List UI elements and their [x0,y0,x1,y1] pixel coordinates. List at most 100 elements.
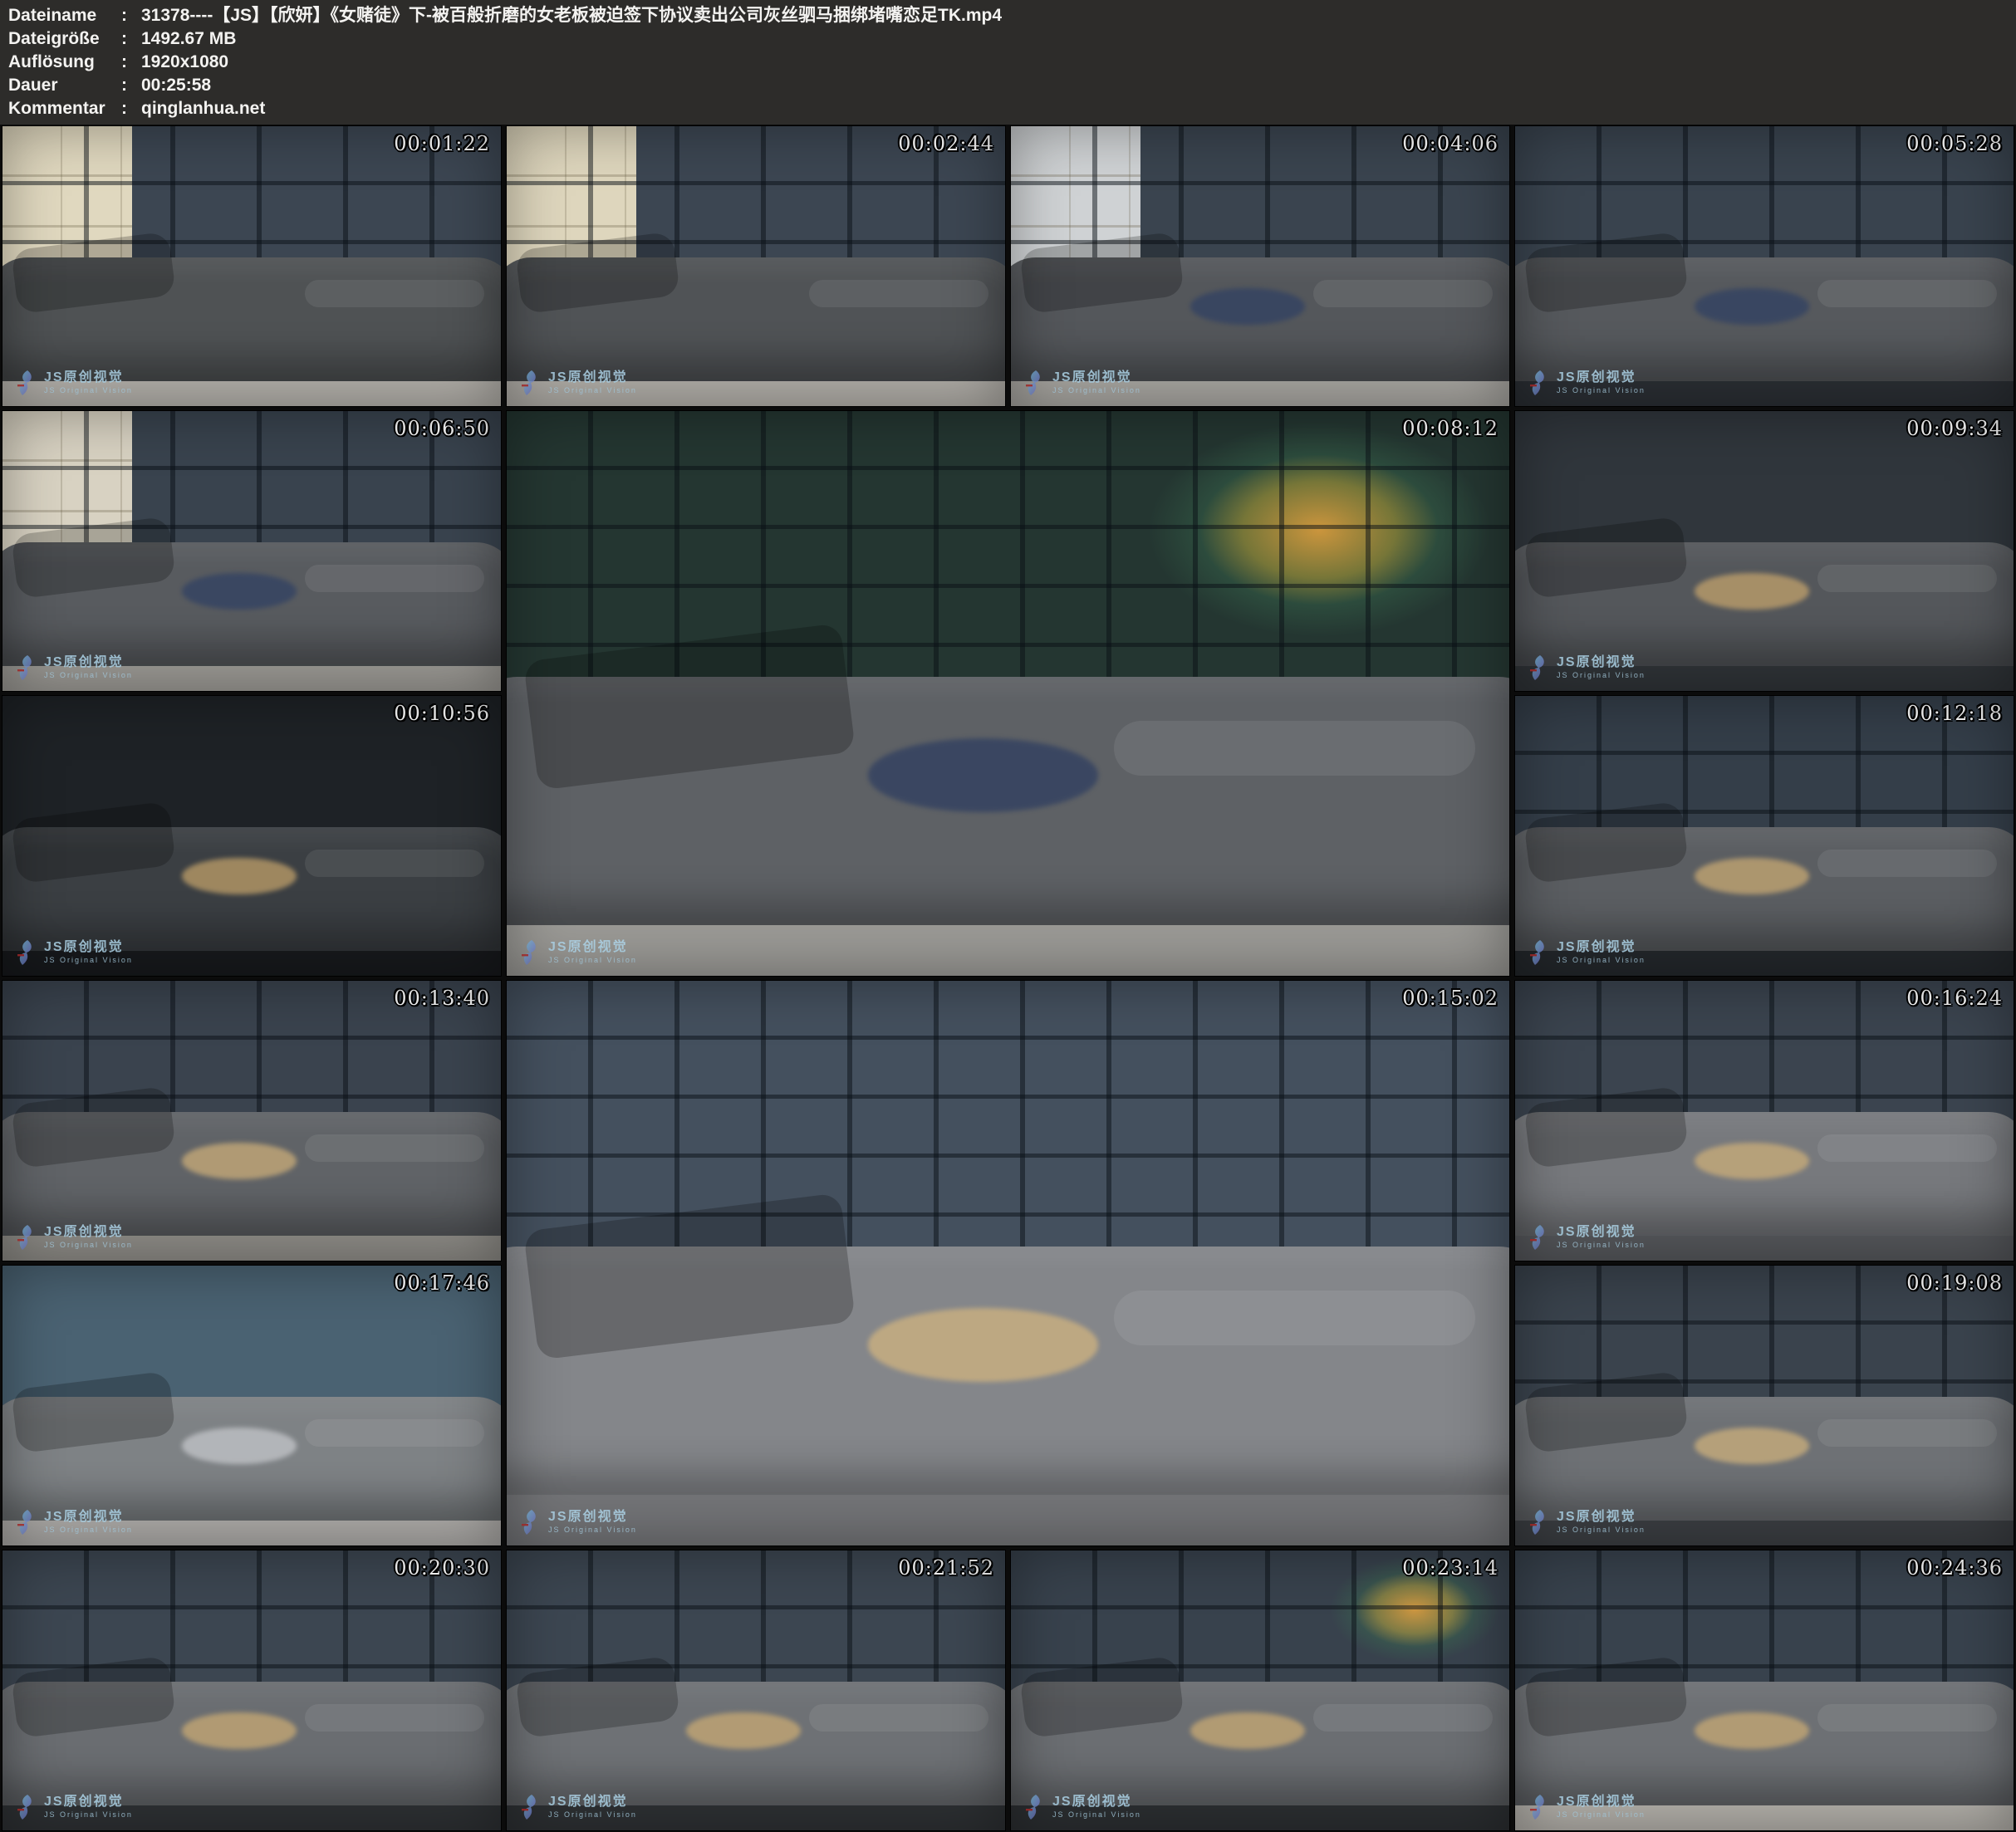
watermark-text: JS原创视觉JS Original Vision [548,371,637,394]
watermark-line1: JS原创视觉 [44,1511,133,1525]
watermark-line1: JS原创视觉 [1557,1226,1646,1240]
meta-separator: : [121,74,141,97]
watermark: JS原创视觉JS Original Vision [520,370,637,396]
watermark-line2: JS Original Vision [1052,1811,1141,1819]
meta-value-filesize: 1492.67 MB [141,27,2016,51]
frame-timestamp: 00:09:34 [1906,417,2003,440]
scene-cabinet [2,411,132,562]
video-frame-thumbnail: 00:05:28JS原创视觉JS Original Vision [1515,126,2014,406]
scene-accent [1695,1428,1809,1464]
scene-accent [1695,1712,1809,1749]
watermark-line2: JS Original Vision [1557,1242,1646,1249]
scene-accent [868,738,1099,811]
watermark-line1: JS原创视觉 [44,1226,133,1240]
meta-row-filename: Dateiname : 31378----【JS】【欣妍】《女赌徒》下-被百般折… [8,4,2016,27]
watermark-line2: JS Original Vision [548,1811,637,1819]
scene-accent [686,1712,801,1749]
watermark-text: JS原创视觉JS Original Vision [1557,1795,1646,1819]
watermark-line1: JS原创视觉 [1557,1511,1646,1525]
file-info-header: Dateiname : 31378----【JS】【欣妍】《女赌徒》下-被百般折… [0,0,2016,125]
watermark-text: JS原创视觉JS Original Vision [1557,371,1646,394]
scene-couch [1515,1397,2014,1520]
js-swirl-logo-icon [16,370,37,396]
scene-couch [1011,257,1509,380]
frame-timestamp: 00:08:12 [1402,417,1499,440]
watermark-line2: JS Original Vision [44,387,133,394]
scene-art-blur [1149,423,1489,637]
watermark-text: JS原创视觉JS Original Vision [44,941,133,964]
meta-separator: : [121,51,141,74]
video-frame-thumbnail: 00:17:46JS原创视觉JS Original Vision [2,1266,501,1545]
js-swirl-logo-icon [16,1794,37,1820]
watermark-line1: JS原创视觉 [548,371,637,385]
frame-timestamp: 00:19:08 [1906,1271,2003,1295]
scene-couch [1515,542,2014,665]
watermark-text: JS原创视觉JS Original Vision [1052,371,1141,394]
js-swirl-logo-icon [1024,1794,1046,1820]
scene-accent [182,1143,297,1179]
scene-couch [1515,257,2014,380]
scene-accent [1695,573,1809,610]
scene-couch [2,1682,501,1805]
scene-accent [1695,288,1809,325]
scene-couch [2,1112,501,1235]
thumbnail-grid: 00:01:22JS原创视觉JS Original Vision00:02:44… [2,126,2014,1830]
meta-label: Dateiname [8,4,121,27]
watermark: JS原创视觉JS Original Vision [16,939,133,966]
meta-separator: : [121,4,141,27]
meta-label: Dateigröße [8,27,121,51]
watermark-text: JS原创视觉JS Original Vision [44,371,133,394]
meta-separator: : [121,27,141,51]
video-frame-thumbnail: 00:10:56JS原创视觉JS Original Vision [2,696,501,976]
scene-couch [2,1397,501,1520]
scene-couch [507,1247,1509,1495]
watermark-line2: JS Original Vision [548,957,637,964]
scene-accent [182,1428,297,1464]
watermark-text: JS原创视觉JS Original Vision [1557,941,1646,964]
js-swirl-logo-icon [520,1794,542,1820]
frame-timestamp: 00:04:06 [1402,132,1499,155]
js-swirl-logo-icon [1528,939,1550,966]
scene-accent [182,1712,297,1749]
scene-couch [1515,1682,2014,1805]
frame-timestamp: 00:01:22 [394,132,490,155]
meta-value-resolution: 1920x1080 [141,51,2016,74]
meta-value-duration: 00:25:58 [141,74,2016,97]
scene-couch [507,677,1509,925]
watermark-line1: JS原创视觉 [1557,371,1646,385]
watermark-line2: JS Original Vision [1557,672,1646,679]
js-swirl-logo-icon [520,939,542,966]
watermark-line1: JS原创视觉 [44,941,133,955]
watermark-line1: JS原创视觉 [548,1511,637,1525]
frame-timestamp: 00:21:52 [898,1556,994,1580]
scene-wall [507,411,1509,727]
scene-floor [507,897,1509,976]
watermark: JS原创视觉JS Original Vision [520,939,637,966]
frame-timestamp: 00:20:30 [394,1556,490,1580]
watermark-line2: JS Original Vision [1557,1526,1646,1534]
video-frame-thumbnail: 00:16:24 JS原创视觉 JS Original Vision [1515,981,2014,1261]
meta-value-comment: qinglanhua.net [141,97,2016,120]
watermark-line2: JS Original Vision [548,1526,637,1534]
js-swirl-logo-icon [16,654,37,681]
frame-timestamp: 00:16:24 [1906,987,2003,1010]
meta-label: Auflösung [8,51,121,74]
meta-label: Kommentar [8,97,121,120]
watermark-line2: JS Original Vision [1052,387,1141,394]
watermark-line2: JS Original Vision [44,1526,133,1534]
watermark: JS原创视觉JS Original Vision [1024,1794,1141,1820]
js-swirl-logo-icon [1528,1224,1550,1251]
frame-timestamp: 00:12:18 [1906,702,2003,725]
scene-couch [1515,827,2014,950]
frame-timestamp: 00:23:14 [1402,1556,1499,1580]
scene-couch [2,827,501,950]
watermark: JS原创视觉JS Original Vision [520,1509,637,1536]
watermark-text: JS原创视觉JS Original Vision [44,656,133,679]
watermark-line2: JS Original Vision [44,1811,133,1819]
video-frame-thumbnail: 00:21:52 JS原创视觉JS Original Vision [507,1550,1005,1830]
scene-accent [182,858,297,894]
video-frame-thumbnail: 00:09:34JS原创视觉JS Original Vision [1515,411,2014,691]
video-frame-thumbnail: 00:02:44JS原创视觉JS Original Vision [507,126,1005,406]
watermark: JS原创视觉JS Original Vision [520,1794,637,1820]
js-swirl-logo-icon [1528,370,1550,396]
